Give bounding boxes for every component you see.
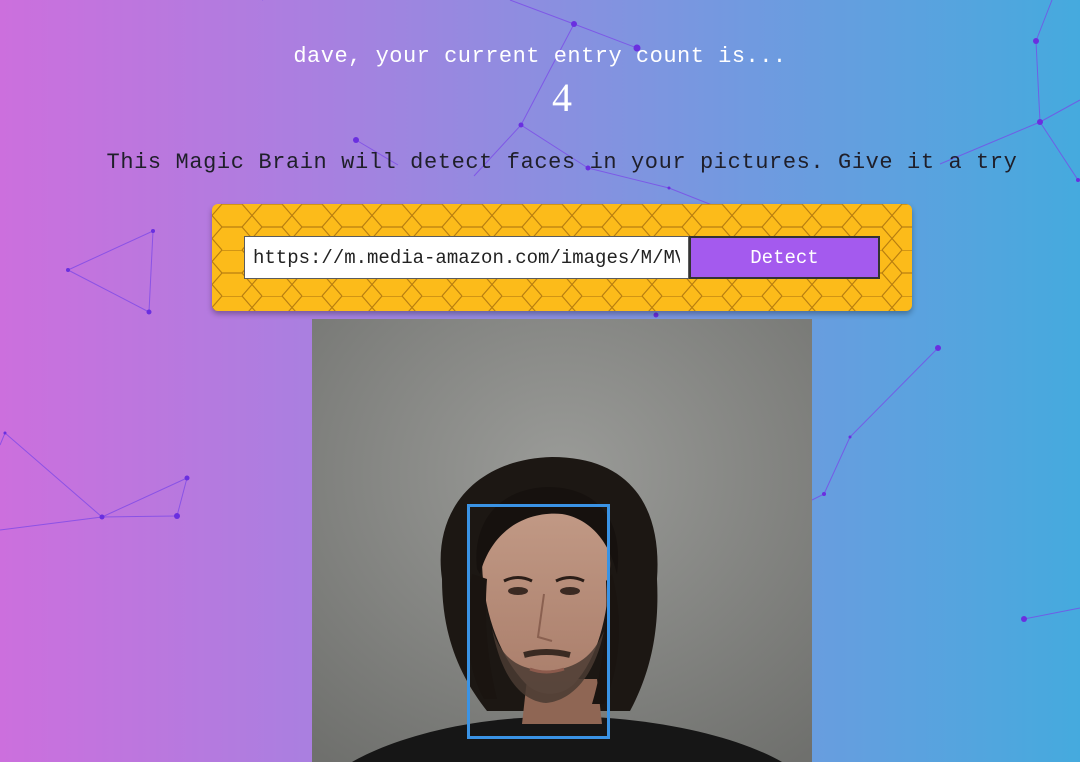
entry-count-value: 4: [552, 75, 572, 120]
detect-button[interactable]: Detect: [689, 236, 880, 279]
input-image: [312, 319, 812, 762]
image-link-form: Detect: [212, 204, 912, 311]
image-url-input[interactable]: [244, 236, 689, 279]
entry-count-label: dave, your current entry count is...: [293, 44, 787, 69]
magic-brain-tagline: This Magic Brain will detect faces in yo…: [106, 150, 1018, 175]
face-bounding-box: [467, 504, 610, 739]
